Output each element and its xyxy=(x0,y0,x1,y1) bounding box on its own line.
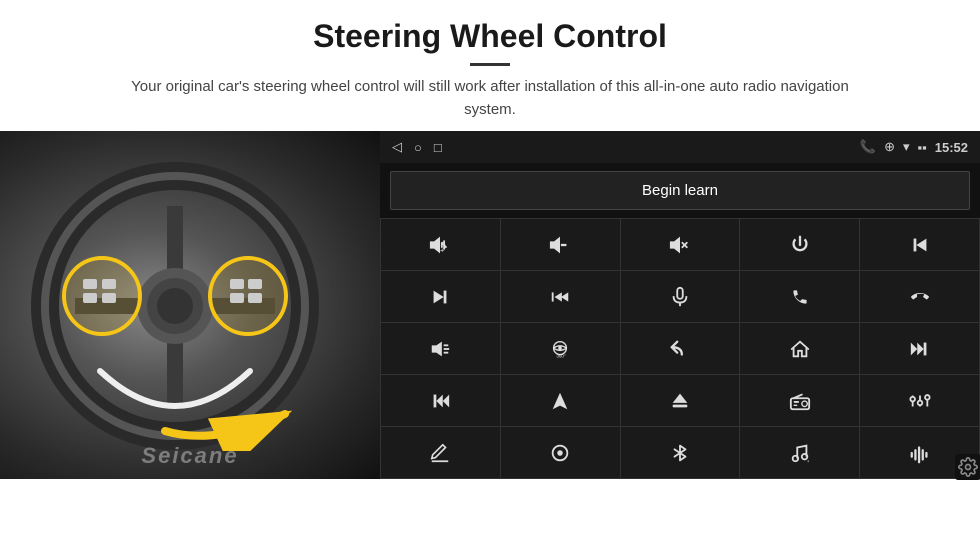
yellow-arrow xyxy=(155,376,340,451)
subtitle-text: Your original car's steering wheel contr… xyxy=(110,76,870,121)
begin-learn-row: Begin learn xyxy=(380,163,980,218)
header-section: Steering Wheel Control Your original car… xyxy=(0,0,980,131)
next-button[interactable] xyxy=(381,271,500,322)
vol-up-button[interactable]: + xyxy=(381,219,500,270)
mic-button[interactable] xyxy=(621,271,740,322)
page-title: Steering Wheel Control xyxy=(40,18,940,55)
statusbar-right: 📞 ⊕ ▾ ▪▪ 15:52 xyxy=(860,139,968,155)
svg-text:+: + xyxy=(440,245,444,254)
phone-button[interactable] xyxy=(740,271,859,322)
fast-forward-button[interactable] xyxy=(501,271,620,322)
back-nav-icon[interactable]: ◁ xyxy=(392,139,402,155)
music-button[interactable] xyxy=(740,427,859,478)
navigation-button[interactable] xyxy=(501,375,620,426)
eject-button[interactable] xyxy=(621,375,740,426)
sound-wave-button[interactable] xyxy=(860,427,979,478)
skip-forward-button[interactable] xyxy=(381,375,500,426)
radio-button[interactable] xyxy=(740,375,859,426)
steering-wheel-image: Seicane xyxy=(0,131,380,479)
battery-icon: ▪▪ xyxy=(918,140,927,155)
horn-button[interactable] xyxy=(381,323,500,374)
write-button[interactable] xyxy=(381,427,500,478)
seicane-watermark: Seicane xyxy=(141,443,238,469)
phone-status-icon: 📞 xyxy=(860,139,876,155)
android-statusbar: ◁ ○ □ 📞 ⊕ ▾ ▪▪ 15:52 xyxy=(380,131,980,163)
page-container: Steering Wheel Control Your original car… xyxy=(0,0,980,548)
wifi-icon: ▾ xyxy=(903,139,910,155)
controls-grid: + xyxy=(380,218,980,479)
mute-button[interactable] xyxy=(621,219,740,270)
camera-360-button[interactable]: 360° xyxy=(501,323,620,374)
hang-up-button[interactable] xyxy=(860,271,979,322)
home-nav-icon[interactable]: ○ xyxy=(414,140,422,155)
clock-display: 15:52 xyxy=(935,140,968,155)
begin-learn-button[interactable]: Begin learn xyxy=(390,171,970,210)
settings-gear-icon[interactable] xyxy=(955,454,980,480)
location-icon: ⊕ xyxy=(884,139,895,155)
settings-knob-button[interactable] xyxy=(501,427,620,478)
android-screen: ◁ ○ □ 📞 ⊕ ▾ ▪▪ 15:52 Begin learn xyxy=(380,131,980,479)
home-button[interactable] xyxy=(740,323,859,374)
power-button[interactable] xyxy=(740,219,859,270)
svg-text:360°: 360° xyxy=(557,353,567,358)
back-button[interactable] xyxy=(621,323,740,374)
recents-nav-icon[interactable]: □ xyxy=(434,140,442,155)
bluetooth-button[interactable] xyxy=(621,427,740,478)
title-divider xyxy=(470,63,510,66)
vol-down-button[interactable] xyxy=(501,219,620,270)
rewind-button[interactable] xyxy=(860,323,979,374)
statusbar-left: ◁ ○ □ xyxy=(392,139,442,155)
prev-track-button[interactable] xyxy=(860,219,979,270)
content-row: Seicane ◁ ○ □ 📞 ⊕ ▾ ▪▪ 15:52 xyxy=(0,131,980,548)
equalizer-button[interactable] xyxy=(860,375,979,426)
